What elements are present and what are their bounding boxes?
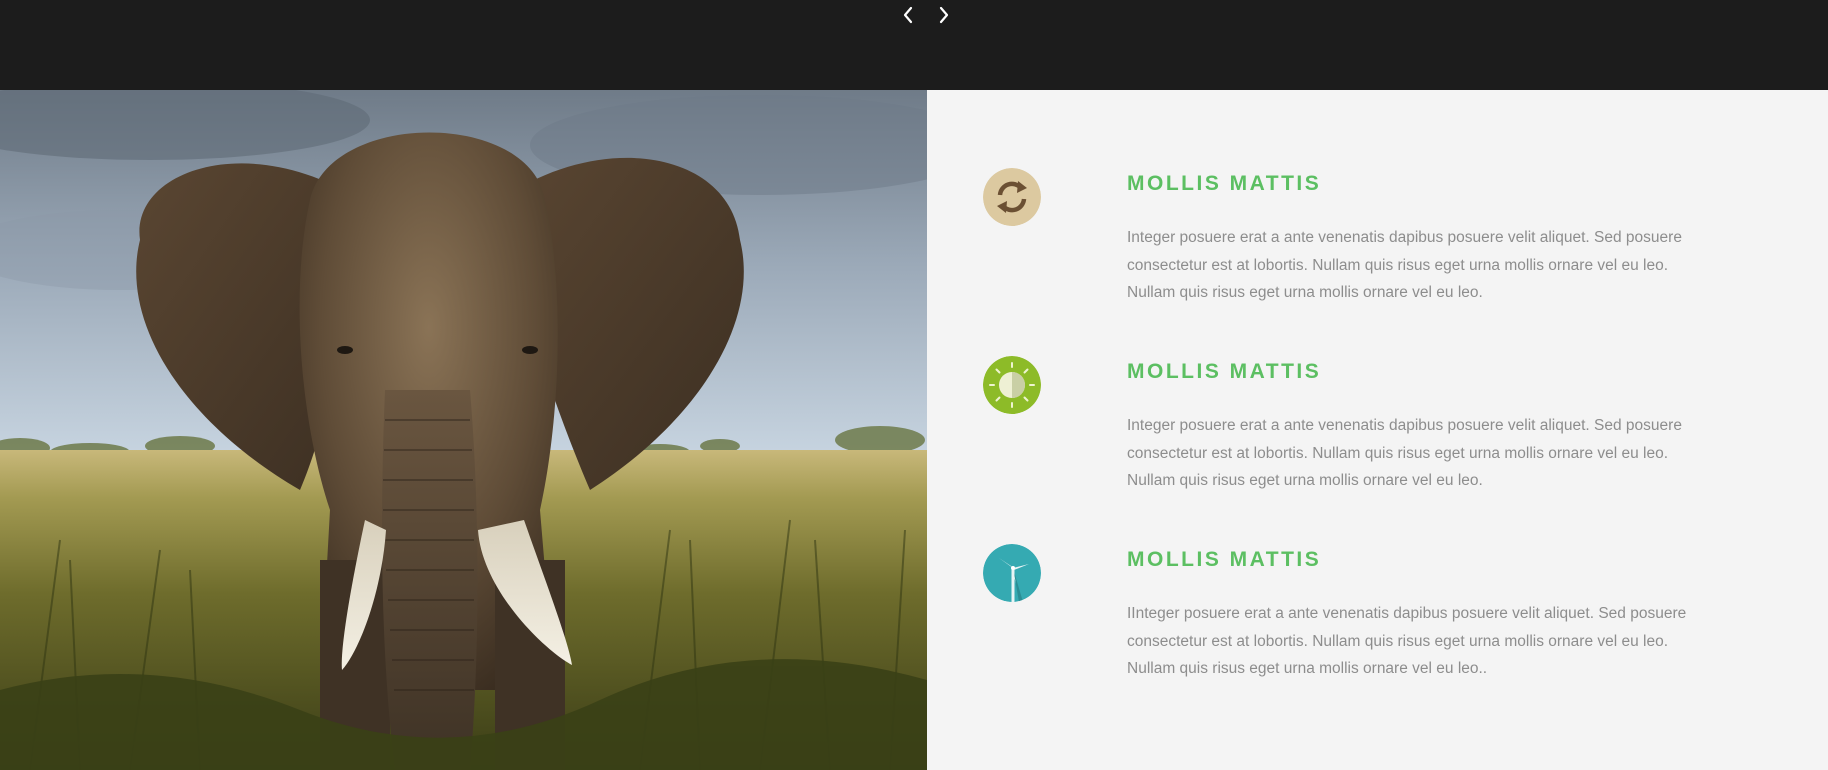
feature-description: Integer posuere erat a ante venenatis da… <box>1127 229 1682 301</box>
feature-description: IInteger posuere erat a ante venenatis d… <box>1127 605 1687 677</box>
prev-slide-button[interactable] <box>896 2 920 28</box>
feature-title: MOLLIS MATTIS <box>1127 172 1322 195</box>
elephant-photo <box>0 90 927 770</box>
feature-title: MOLLIS MATTIS <box>1127 548 1322 571</box>
feature-description: Integer posuere erat a ante venenatis da… <box>1127 417 1682 489</box>
sun-icon <box>983 356 1041 414</box>
wind-turbine-icon <box>983 544 1041 602</box>
next-slide-button[interactable] <box>932 2 956 28</box>
feature-title: MOLLIS MATTIS <box>1127 360 1322 383</box>
chevron-right-icon <box>939 6 949 24</box>
top-bar <box>0 0 1828 90</box>
recycle-icon <box>983 168 1041 226</box>
chevron-left-icon <box>903 6 913 24</box>
features-panel: MOLLIS MATTIS Integer posuere erat a ant… <box>927 90 1828 770</box>
